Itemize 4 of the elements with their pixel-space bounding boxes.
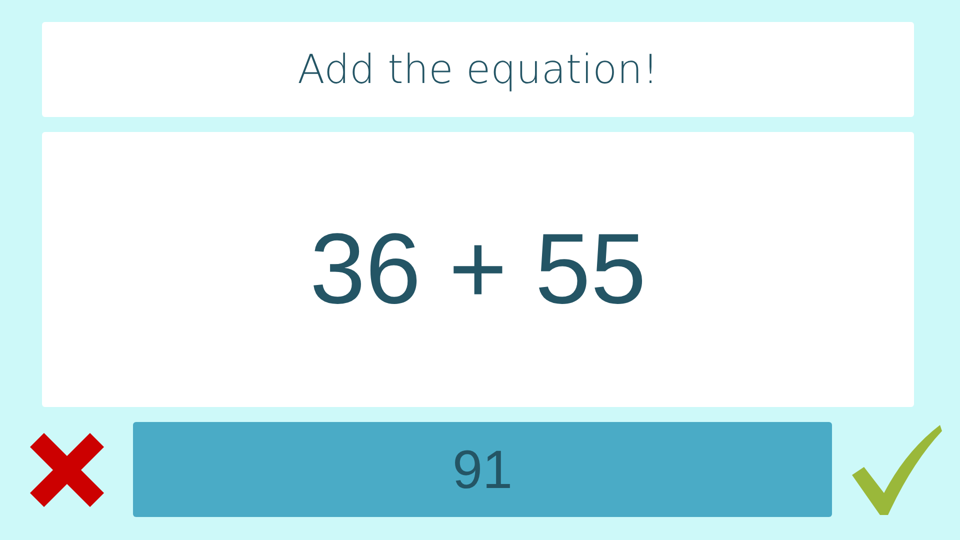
instruction-text: Add the equation! [297, 46, 659, 92]
equation-text: 36 + 55 [310, 212, 646, 327]
answer-field[interactable]: 91 [133, 422, 832, 517]
checkmark-icon [850, 422, 942, 516]
